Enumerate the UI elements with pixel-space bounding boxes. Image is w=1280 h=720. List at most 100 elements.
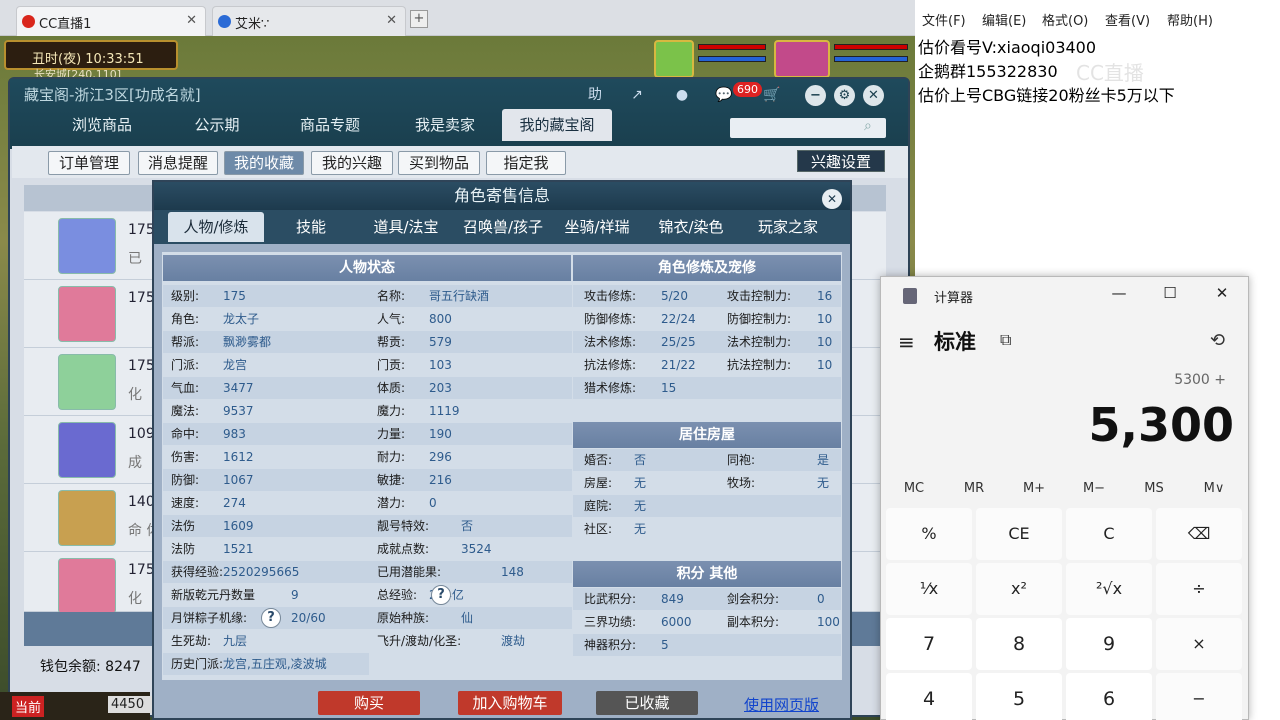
browser-tab-cc[interactable]: CC直播1 ✕ — [16, 6, 206, 36]
calculator-keypad: % CE C ⌫ ¹⁄x x² ²√x ÷ 7 8 9 × 4 5 6− — [886, 508, 1244, 720]
subtab-interests[interactable]: 我的兴趣 — [311, 151, 393, 175]
stat-row: 庭院: 无 — [573, 495, 841, 517]
menu-view[interactable]: 查看(V) — [1105, 10, 1150, 29]
record-icon[interactable]: ● — [670, 84, 694, 106]
keep-on-top-icon[interactable]: ⧉ — [1000, 330, 1011, 350]
stat-label: 帮贡: — [377, 335, 406, 349]
key-four-button[interactable]: 4 — [886, 673, 972, 720]
cart-icon[interactable]: 🛒 — [760, 84, 784, 106]
menu-help[interactable]: 帮助(H) — [1167, 10, 1213, 29]
modal-tab-home[interactable]: 玩家之家 — [740, 212, 836, 242]
tab-my-cbg[interactable]: 我的藏宝阁 — [502, 109, 612, 141]
modal-tab-skills[interactable]: 技能 — [268, 212, 354, 242]
close-tab-icon[interactable]: ✕ — [386, 13, 397, 28]
modal-tab-items[interactable]: 道具/法宝 — [360, 212, 452, 242]
key-percent-button[interactable]: % — [886, 508, 972, 560]
tab-seller[interactable]: 我是卖家 — [396, 109, 494, 141]
player-hp-bar — [834, 44, 908, 50]
subtab-bought[interactable]: 买到物品 — [398, 151, 480, 175]
minimize-icon[interactable]: − — [805, 85, 826, 106]
menu-file[interactable]: 文件(F) — [922, 10, 966, 29]
calculator-app-icon — [903, 288, 917, 304]
stat-row: 门派: 龙宫 — [163, 354, 369, 376]
search-icon[interactable]: ⌕ — [864, 118, 872, 134]
subtab-favorites[interactable]: 我的收藏 — [224, 151, 304, 175]
menu-edit[interactable]: 编辑(E) — [982, 10, 1026, 29]
minimize-icon[interactable]: — — [1104, 284, 1134, 302]
pet-avatar[interactable] — [654, 40, 694, 78]
buy-button[interactable]: 购买 — [318, 691, 420, 715]
close-tab-icon[interactable]: ✕ — [186, 13, 197, 28]
stat-label: 门贡: — [377, 358, 406, 372]
key-multiply-button[interactable]: × — [1156, 618, 1242, 670]
channel-current[interactable]: 当前 — [12, 696, 45, 717]
subtab-orders[interactable]: 订单管理 — [48, 151, 130, 175]
player-avatar[interactable] — [774, 40, 830, 78]
subtab-alerts[interactable]: 消息提醒 — [138, 151, 218, 175]
help-icon[interactable]: ? — [431, 585, 451, 605]
add-to-cart-button[interactable]: 加入购物车 — [458, 691, 562, 715]
key-square-button[interactable]: x² — [976, 563, 1062, 615]
modal-close-icon[interactable]: ✕ — [822, 189, 842, 209]
maximize-icon[interactable]: ☐ — [1155, 284, 1185, 302]
stat-row: 防御: 1067 — [163, 469, 369, 491]
key-sqrt-button[interactable]: ²√x — [1066, 563, 1152, 615]
tab-public[interactable]: 公示期 — [170, 109, 264, 141]
mem-recall-button[interactable]: MR — [949, 481, 999, 496]
key-five-button[interactable]: 5 — [976, 673, 1062, 720]
history-icon[interactable]: ⟲ — [1210, 330, 1225, 351]
favorited-button[interactable]: 已收藏 — [596, 691, 698, 715]
stat-label: 获得经验: — [171, 565, 224, 579]
stat-value: 否 — [461, 519, 474, 533]
key-minus-button[interactable]: − — [1156, 673, 1242, 720]
mem-clear-button[interactable]: MC — [889, 481, 939, 496]
mem-list-button[interactable]: M∨ — [1189, 481, 1239, 496]
stat-value: 849 — [661, 592, 684, 606]
new-tab-button[interactable]: + — [410, 10, 428, 28]
menu-format[interactable]: 格式(O) — [1042, 10, 1088, 29]
tab-browse[interactable]: 浏览商品 — [50, 109, 154, 141]
search-input[interactable] — [730, 118, 886, 138]
close-icon[interactable]: ✕ — [863, 85, 884, 106]
key-reciprocal-button[interactable]: ¹⁄x — [886, 563, 972, 615]
modal-tab-character[interactable]: 人物/修炼 — [168, 212, 264, 242]
tab-topics[interactable]: 商品专题 — [280, 109, 380, 141]
close-icon[interactable]: ✕ — [1207, 284, 1237, 302]
key-divide-button[interactable]: ÷ — [1156, 563, 1242, 615]
stat-value: 哥五行缺酒 — [429, 289, 490, 303]
key-seven-button[interactable]: 7 — [886, 618, 972, 670]
share-icon[interactable]: ↗ — [625, 84, 649, 106]
key-nine-button[interactable]: 9 — [1066, 618, 1152, 670]
key-six-button[interactable]: 6 — [1066, 673, 1152, 720]
stat-value: 1119 — [429, 404, 460, 418]
key-backspace-button[interactable]: ⌫ — [1156, 508, 1242, 560]
modal-tab-pets[interactable]: 召唤兽/孩子 — [456, 212, 550, 242]
stat-value: 203 — [429, 381, 452, 395]
modal-tab-mounts[interactable]: 坐骑/祥瑞 — [552, 212, 642, 242]
interest-settings-button[interactable]: 兴趣设置 — [797, 150, 885, 172]
key-eight-button[interactable]: 8 — [976, 618, 1062, 670]
mem-subtract-button[interactable]: M− — [1069, 481, 1119, 496]
notepad-line[interactable]: 估价看号V:xiaoqi03400 — [918, 34, 1096, 58]
stat-value: 216 — [429, 473, 452, 487]
stat-label: 法术修炼: — [584, 335, 637, 349]
browser-tab-aimi[interactable]: 艾米∵ ✕ — [212, 6, 406, 36]
mem-store-button[interactable]: MS — [1129, 481, 1179, 496]
character-thumbnail — [58, 558, 116, 614]
web-version-link[interactable]: 使用网页版 — [744, 694, 819, 715]
mem-add-button[interactable]: M+ — [1009, 481, 1059, 496]
help-icon[interactable]: ? — [261, 608, 281, 628]
stat-row: 体质: 203 — [369, 377, 572, 399]
stat-row: 人气: 800 — [369, 308, 572, 330]
notepad-line[interactable]: 企鹅群155322830 — [918, 58, 1058, 82]
key-ce-button[interactable]: CE — [976, 508, 1062, 560]
key-clear-button[interactable]: C — [1066, 508, 1152, 560]
stat-value: 800 — [429, 312, 452, 326]
modal-tab-outfits[interactable]: 锦衣/染色 — [646, 212, 736, 242]
stat-row: 魔力: 1119 — [369, 400, 572, 422]
stat-label: 牧场: — [727, 476, 756, 490]
subtab-assigned[interactable]: 指定我 — [486, 151, 566, 175]
settings-icon[interactable]: ⚙ — [834, 85, 855, 106]
menu-icon[interactable]: ≡ — [898, 330, 915, 354]
help-icon[interactable]: 助 — [583, 84, 607, 106]
